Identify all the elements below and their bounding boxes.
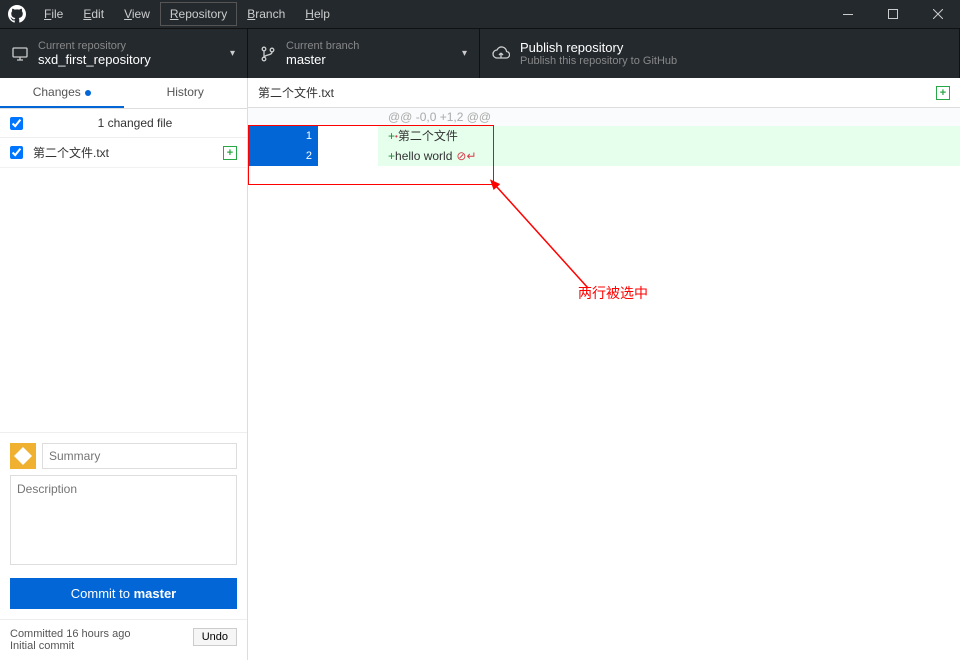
last-commit-time: Committed 16 hours ago: [10, 628, 193, 640]
commit-form: Commit to master: [0, 432, 247, 619]
menu-branch[interactable]: Branch: [237, 2, 295, 26]
publish-sub: Publish this repository to GitHub: [520, 55, 947, 67]
toolbar: Current repository sxd_first_repository …: [0, 28, 960, 78]
close-icon[interactable]: [915, 0, 960, 28]
publish-repository-button[interactable]: Publish repository Publish this reposito…: [480, 29, 960, 78]
branch-label: Current branch: [286, 40, 462, 52]
minimize-icon[interactable]: [825, 0, 870, 28]
diff-file-name: 第二个文件.txt: [258, 84, 936, 101]
file-checkbox[interactable]: [10, 146, 23, 159]
menu-bar: File Edit View Repository Branch Help: [34, 2, 340, 26]
added-badge-icon: +: [223, 146, 237, 160]
github-logo-icon: [8, 5, 26, 23]
diff-pane: 第二个文件.txt + @@ -0,0 +1,2 @@ 1 +•第二个文件 2 …: [248, 78, 960, 660]
titlebar: File Edit View Repository Branch Help: [0, 0, 960, 28]
menu-edit[interactable]: Edit: [73, 2, 114, 26]
publish-title: Publish repository: [520, 40, 947, 55]
diff-line[interactable]: 1 +•第二个文件: [248, 126, 960, 146]
menu-view[interactable]: View: [114, 2, 160, 26]
changed-files-count: 1 changed file: [33, 116, 237, 130]
line-content: +hello world⊘↵: [378, 146, 960, 166]
new-line-number: 2: [283, 146, 318, 166]
last-commit-row: Committed 16 hours ago Initial commit Un…: [0, 619, 247, 660]
sidebar: Changes History 1 changed file 第二个文件.txt…: [0, 78, 248, 660]
file-name: 第二个文件.txt: [33, 144, 223, 161]
chevron-down-icon: ▾: [462, 48, 467, 59]
summary-input[interactable]: [42, 443, 237, 469]
file-row[interactable]: 第二个文件.txt +: [0, 138, 247, 168]
no-newline-icon: ⊘↵: [456, 149, 476, 163]
description-input[interactable]: [10, 475, 237, 565]
diff-line[interactable]: 2 +hello world⊘↵: [248, 146, 960, 166]
menu-repository[interactable]: Repository: [160, 2, 237, 26]
select-all-checkbox[interactable]: [10, 117, 23, 130]
annotation-arrow: [488, 178, 598, 298]
current-branch-selector[interactable]: Current branch master ▾: [248, 29, 480, 78]
monitor-icon: [12, 46, 28, 62]
git-branch-icon: [260, 46, 276, 62]
old-line-number: [248, 126, 283, 146]
menu-help[interactable]: Help: [295, 2, 340, 26]
commit-button[interactable]: Commit to master: [10, 578, 237, 609]
annotation-text: 两行被选中: [578, 283, 648, 303]
tab-changes[interactable]: Changes: [0, 78, 124, 108]
tab-history[interactable]: History: [124, 78, 248, 108]
chevron-down-icon: ▾: [230, 48, 235, 59]
changes-indicator-dot: [85, 90, 91, 96]
branch-value: master: [286, 52, 462, 67]
cloud-upload-icon: [492, 46, 510, 62]
last-commit-msg: Initial commit: [10, 640, 193, 652]
new-line-number: 1: [283, 126, 318, 146]
current-repository-selector[interactable]: Current repository sxd_first_repository …: [0, 29, 248, 78]
old-line-number: [248, 146, 283, 166]
repo-value: sxd_first_repository: [38, 52, 230, 67]
line-content: +•第二个文件: [378, 126, 960, 147]
changed-files-header: 1 changed file: [0, 109, 247, 138]
added-badge-icon: +: [936, 86, 950, 100]
avatar: [10, 443, 36, 469]
hunk-header: @@ -0,0 +1,2 @@: [248, 108, 960, 126]
menu-file[interactable]: File: [34, 2, 73, 26]
diff-file-header: 第二个文件.txt +: [248, 78, 960, 108]
maximize-icon[interactable]: [870, 0, 915, 28]
undo-button[interactable]: Undo: [193, 628, 237, 646]
repo-label: Current repository: [38, 40, 230, 52]
